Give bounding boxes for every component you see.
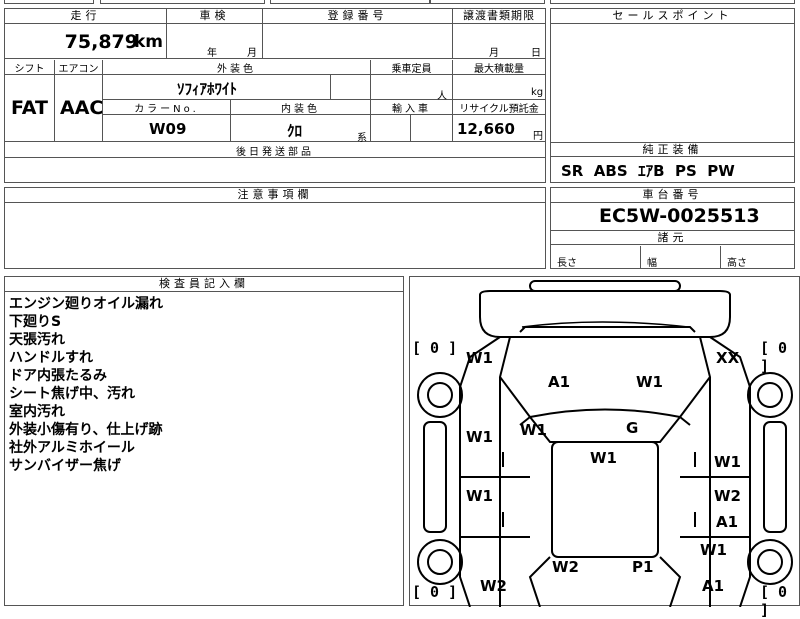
damage-roof: W1 bbox=[590, 449, 617, 467]
sales-point-box: セールスポイント 純正装備 SR ABS ｴｱB PS PW bbox=[550, 8, 795, 183]
interior-color-unit: 系 bbox=[357, 133, 367, 144]
inspector-notes: エンジン廻りオイル漏れ 下廻りS 天張汚れ ハンドルすれ ドア内張たるみ シート… bbox=[9, 295, 163, 475]
mileage-header: 走行 bbox=[5, 9, 167, 24]
inspector-header: 検査員記入欄 bbox=[5, 277, 403, 292]
import-car-cell-a bbox=[371, 115, 411, 142]
mileage-unit: km bbox=[133, 32, 163, 52]
inspection-header: 車検 bbox=[167, 9, 263, 24]
shift-header: シフト bbox=[5, 60, 55, 75]
dimension-length-label: 長さ bbox=[557, 258, 577, 269]
import-car-cell-b bbox=[411, 115, 453, 142]
import-car-header: 輸入車 bbox=[371, 100, 453, 115]
damage-rear-door-right-2: A1 bbox=[716, 513, 739, 531]
damage-trunk-right: P1 bbox=[632, 558, 654, 576]
recycle-header: リサイクル預託金 bbox=[453, 100, 545, 115]
inspection-cell: 年 月 bbox=[167, 24, 263, 59]
max-load-header: 最大積載量 bbox=[453, 60, 545, 75]
exterior-color-header: 外装色 bbox=[103, 60, 371, 75]
interior-color-value: ｸﾛ bbox=[287, 122, 303, 140]
car-diagram: [ 0 ] [ 0 ] [ 0 ] [ 0 ] W1 XX A1 W1 W1 W… bbox=[409, 276, 800, 619]
vehicle-info-table: 走行 車検 登録番号 譲渡書類期限 75,879 km 年 月 月 日 シフト … bbox=[4, 8, 546, 183]
damage-front-right-corner: XX bbox=[716, 349, 740, 367]
note-line: ドア内張たるみ bbox=[9, 368, 107, 384]
capacity-cell: 人 bbox=[371, 75, 453, 102]
tire-front-right: [ 0 ] bbox=[760, 339, 788, 375]
damage-hood-left: A1 bbox=[548, 373, 571, 391]
note-line: 外装小傷有り、仕上げ跡 bbox=[9, 422, 163, 438]
damage-rear-quarter-right: W1 bbox=[700, 541, 727, 559]
tire-front-left: [ 0 ] bbox=[412, 339, 458, 357]
later-parts-header: 後日発送部品 bbox=[5, 143, 545, 158]
interior-color-header: 内装色 bbox=[231, 100, 371, 115]
mileage-cell: 75,879 km bbox=[5, 24, 167, 59]
note-line: ハンドルすれ bbox=[9, 350, 93, 366]
damage-a-pillar-left: W1 bbox=[520, 421, 547, 439]
aircon-header: エアコン bbox=[55, 60, 103, 75]
sales-point-header: セールスポイント bbox=[551, 9, 794, 24]
transfer-header: 譲渡書類期限 bbox=[453, 9, 545, 24]
aircon-cell: AAC bbox=[55, 75, 103, 142]
max-load-cell: kg bbox=[453, 75, 545, 100]
top-stub bbox=[0, 0, 800, 4]
dimension-width: 幅 bbox=[641, 246, 721, 269]
color-no-value: W09 bbox=[149, 120, 187, 138]
transfer-cell: 月 日 bbox=[453, 24, 545, 59]
color-no-header: カラーNo. bbox=[103, 100, 231, 115]
color-no-cell: W09 bbox=[103, 115, 231, 142]
dimension-height-label: 高さ bbox=[727, 258, 747, 269]
inspector-box: 検査員記入欄 エンジン廻りオイル漏れ 下廻りS 天張汚れ ハンドルすれ ドア内張… bbox=[4, 276, 404, 606]
damage-trunk-left: W2 bbox=[552, 558, 579, 576]
chassis-header: 車台番号 bbox=[551, 188, 794, 203]
recycle-cell: 12,660 円 bbox=[453, 115, 545, 142]
dimension-height: 高さ bbox=[721, 246, 794, 269]
recycle-unit: 円 bbox=[533, 131, 543, 142]
registration-cell bbox=[263, 24, 453, 59]
note-line: シート焦げ中、汚れ bbox=[9, 386, 135, 402]
standard-equipment-value: SR ABS ｴｱB PS PW bbox=[561, 162, 735, 180]
damage-rear-left: W2 bbox=[480, 577, 507, 595]
damage-front-left-corner: W1 bbox=[466, 349, 493, 367]
standard-equipment-header: 純正装備 bbox=[551, 142, 794, 157]
exterior-color-cell: ｿﾌｨｱﾎﾜｲﾄ bbox=[103, 75, 331, 100]
note-line: 下廻りS bbox=[9, 314, 62, 330]
tire-rear-right: [ 0 ] bbox=[760, 583, 788, 619]
exterior-color-extra bbox=[331, 75, 371, 100]
mileage-value: 75,879 bbox=[64, 31, 138, 53]
transfer-day-unit: 日 bbox=[531, 48, 541, 59]
note-line: 社外アルミホイール bbox=[9, 440, 135, 456]
damage-front-fender-left: W1 bbox=[466, 428, 493, 446]
note-line: サンバイザー焦げ bbox=[9, 458, 121, 474]
shift-value: FAT bbox=[11, 97, 48, 119]
damage-front-door-right: W1 bbox=[714, 453, 741, 471]
tire-rear-left: [ 0 ] bbox=[412, 583, 458, 601]
dimension-length: 長さ bbox=[551, 246, 641, 269]
chassis-value: EC5W-0025513 bbox=[599, 205, 760, 227]
damage-rear-door-left: W1 bbox=[466, 487, 493, 505]
max-load-unit: kg bbox=[531, 87, 544, 98]
damage-hood-right: W1 bbox=[636, 373, 663, 391]
note-line: 室内汚れ bbox=[9, 404, 65, 420]
capacity-header: 乗車定員 bbox=[371, 60, 453, 75]
note-line: 天張汚れ bbox=[9, 332, 65, 348]
dimensions-header: 諸元 bbox=[551, 230, 794, 245]
exterior-color-value: ｿﾌｨｱﾎﾜｲﾄ bbox=[177, 80, 238, 98]
dimension-width-label: 幅 bbox=[647, 258, 657, 269]
chassis-box: 車台番号 EC5W-0025513 諸元 長さ 幅 高さ bbox=[550, 187, 795, 269]
caution-header: 注意事項欄 bbox=[5, 188, 545, 203]
note-line: エンジン廻りオイル漏れ bbox=[9, 296, 163, 312]
shift-cell: FAT bbox=[5, 75, 55, 142]
inspection-month-unit: 月 bbox=[247, 48, 257, 59]
inspection-year-unit: 年 bbox=[207, 48, 217, 59]
registration-header: 登録番号 bbox=[263, 9, 453, 24]
damage-roof-g: G bbox=[626, 419, 639, 437]
aircon-value: AAC bbox=[60, 97, 104, 119]
interior-color-cell: ｸﾛ 系 bbox=[231, 115, 371, 144]
damage-rear-door-right-1: W2 bbox=[714, 487, 741, 505]
transfer-month-unit: 月 bbox=[489, 48, 499, 59]
recycle-value: 12,660 bbox=[457, 120, 515, 138]
caution-box: 注意事項欄 bbox=[4, 187, 546, 269]
damage-rear-right: A1 bbox=[702, 577, 725, 595]
